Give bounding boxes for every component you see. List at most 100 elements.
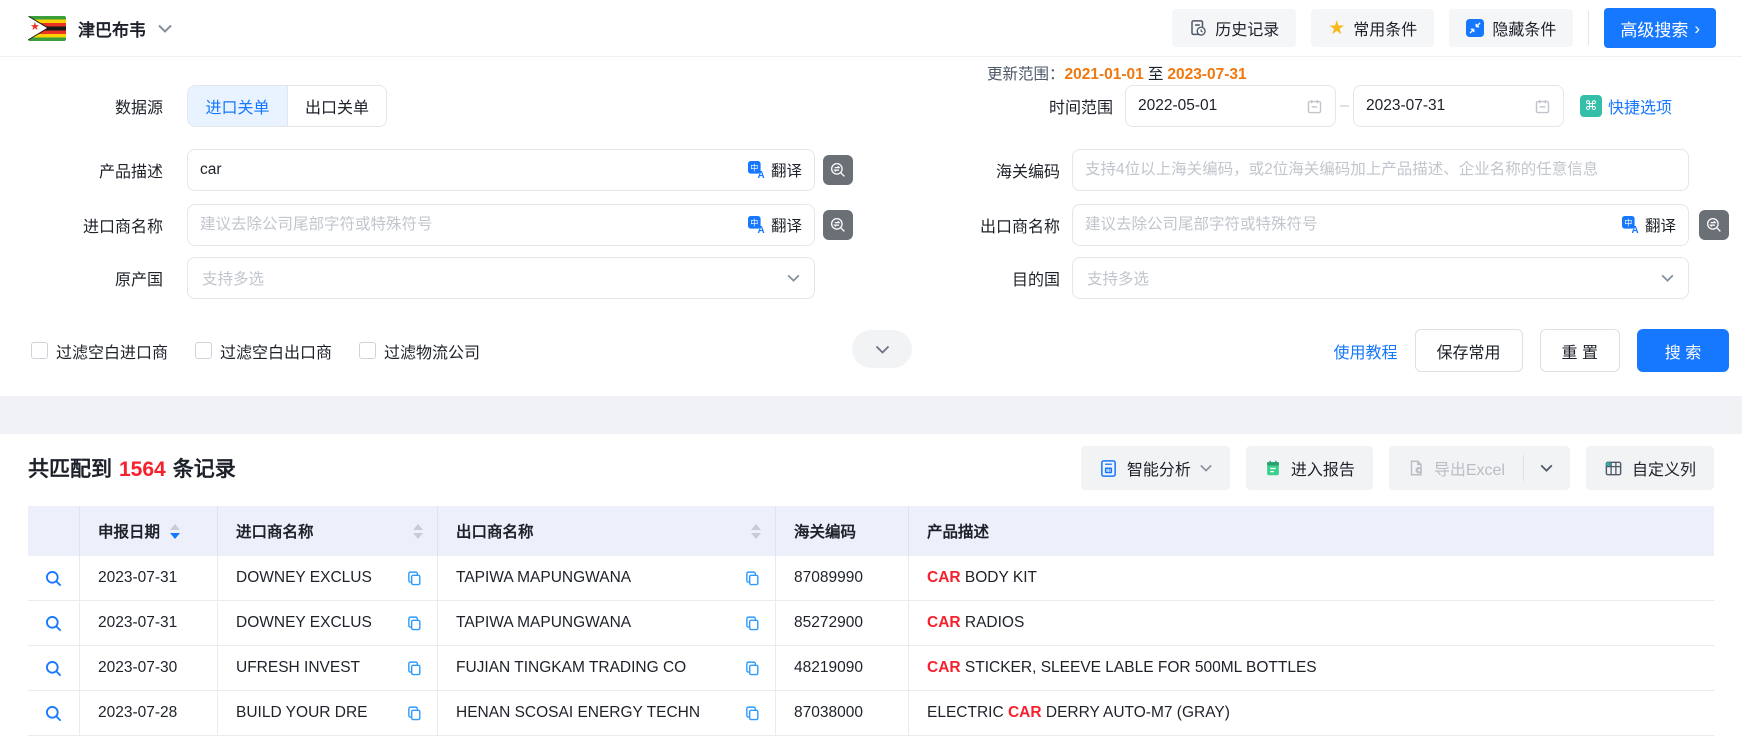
dest-country-label: 目的国 — [881, 266, 1072, 290]
tab-export-customs[interactable]: 出口关单 — [287, 86, 386, 126]
date-from-input[interactable]: 2022-05-01 — [1125, 85, 1336, 127]
row-detail-search-icon[interactable] — [44, 704, 63, 723]
results-section: 共匹配到1564条记录 BI 智能分析 进入报告 导出Excel — [0, 446, 1742, 736]
copy-icon[interactable] — [744, 570, 761, 587]
history-icon — [1189, 19, 1207, 37]
smart-analysis-button[interactable]: BI 智能分析 — [1081, 446, 1230, 490]
search-similar-button[interactable] — [823, 155, 853, 185]
advanced-search-button[interactable]: 高级搜索 › — [1604, 8, 1716, 48]
arrow-right-icon: › — [1694, 20, 1700, 37]
export-options-button[interactable] — [1524, 446, 1570, 490]
calendar-icon — [1534, 98, 1551, 115]
sort-icons[interactable] — [170, 524, 180, 539]
filter-blank-importer[interactable]: 过滤空白进口商 — [31, 339, 168, 363]
table-row[interactable]: 2023-07-28 BUILD YOUR DRE HENAN SCOSAI E… — [28, 691, 1714, 736]
row-detail-search-icon[interactable] — [44, 614, 63, 633]
chevron-down-icon — [787, 274, 800, 282]
copy-icon[interactable] — [406, 570, 423, 587]
zimbabwe-flag-icon: ★ — [28, 16, 66, 41]
search-similar-button[interactable] — [823, 210, 853, 240]
filter-logistics[interactable]: 过滤物流公司 — [359, 339, 480, 363]
enter-report-button[interactable]: 进入报告 — [1246, 446, 1373, 490]
results-count: 共匹配到1564条记录 — [28, 453, 236, 483]
header-label: 出口商名称 — [456, 520, 534, 542]
svg-text:A: A — [757, 225, 764, 234]
header-label: 海关编码 — [794, 520, 856, 542]
copy-icon[interactable] — [744, 615, 761, 632]
checkbox-icon[interactable] — [31, 342, 48, 359]
row-hs-code: 48219090 — [794, 659, 863, 677]
export-excel-button[interactable]: 导出Excel — [1389, 446, 1523, 490]
checkbox-icon[interactable] — [195, 342, 212, 359]
star-icon: ★ — [1328, 19, 1345, 38]
translate-label: 翻译 — [771, 159, 802, 181]
bi-analysis-icon: BI — [1099, 459, 1118, 478]
sort-icons[interactable] — [413, 524, 423, 539]
row-detail-search-icon[interactable] — [44, 659, 63, 678]
tutorial-link[interactable]: 使用教程 — [1334, 339, 1398, 363]
product-desc-input[interactable] — [200, 161, 748, 179]
translate-button[interactable]: 中A 翻译 — [1622, 214, 1676, 236]
header-importer[interactable]: 进口商名称 — [218, 506, 438, 556]
date-to-input[interactable]: 2023-07-31 — [1353, 85, 1564, 127]
dest-country-select[interactable]: 支持多选 — [1072, 257, 1689, 299]
filter-label: 过滤空白进口商 — [56, 339, 168, 363]
country-selector[interactable]: ★ 津巴布韦 — [28, 16, 172, 41]
origin-country-select[interactable]: 支持多选 — [187, 257, 815, 299]
translate-button[interactable]: 中A 翻译 — [748, 214, 802, 236]
sort-icons[interactable] — [751, 524, 761, 539]
copy-icon[interactable] — [406, 660, 423, 677]
copy-icon[interactable] — [406, 615, 423, 632]
row-importer-text: BUILD YOUR DRE — [236, 704, 368, 722]
quick-options-link[interactable]: ⌘ 快捷选项 — [1580, 94, 1672, 118]
exporter-input[interactable] — [1085, 216, 1622, 234]
copy-icon[interactable] — [406, 705, 423, 722]
row-detail-search-icon[interactable] — [44, 569, 63, 588]
copy-icon[interactable] — [744, 660, 761, 677]
hide-conditions-label: 隐藏条件 — [1492, 16, 1556, 40]
history-button[interactable]: 历史记录 — [1172, 9, 1296, 47]
row-hs-code: 87038000 — [794, 704, 863, 722]
checkbox-icon[interactable] — [359, 342, 376, 359]
search-button[interactable]: 搜 索 — [1637, 329, 1729, 372]
chevron-down-icon — [1661, 274, 1674, 282]
results-toolbar: BI 智能分析 进入报告 导出Excel 自定义列 — [1081, 446, 1714, 490]
translate-button[interactable]: 中A 翻译 — [748, 159, 802, 181]
table-row[interactable]: 2023-07-31 DOWNEY EXCLUS TAPIWA MAPUNGWA… — [28, 556, 1714, 601]
filter-label: 过滤空白出口商 — [220, 339, 332, 363]
table-row[interactable]: 2023-07-31 DOWNEY EXCLUS TAPIWA MAPUNGWA… — [28, 601, 1714, 646]
origin-country-label: 原产国 — [0, 266, 187, 290]
row-date: 2023-07-31 — [98, 614, 177, 632]
table-row[interactable]: 2023-07-30 UFRESH INVEST FUJIAN TINGKAM … — [28, 646, 1714, 691]
dest-country-placeholder: 支持多选 — [1087, 267, 1149, 289]
header-label: 进口商名称 — [236, 520, 314, 542]
update-range-from: 2021-01-01 — [1065, 66, 1144, 83]
chevron-down-icon — [1540, 464, 1553, 472]
header-product-desc: 产品描述 — [909, 506, 1714, 556]
header-exporter[interactable]: 出口商名称 — [438, 506, 776, 556]
row-description: CAR RADIOS — [927, 614, 1024, 632]
results-table: 申报日期 进口商名称 出口商名称 海关编码 产品描述 2023-07-31 — [28, 506, 1714, 736]
tab-import-customs[interactable]: 进口关单 — [188, 86, 287, 126]
importer-input[interactable] — [200, 216, 748, 234]
custom-columns-button[interactable]: 自定义列 — [1586, 446, 1714, 490]
custom-columns-label: 自定义列 — [1632, 456, 1696, 480]
hide-conditions-button[interactable]: 隐藏条件 — [1449, 9, 1573, 47]
topbar-actions: 历史记录 ★ 常用条件 隐藏条件 高级搜索 › — [1172, 8, 1716, 48]
export-excel-label: 导出Excel — [1434, 456, 1505, 480]
header-label: 申报日期 — [98, 520, 160, 542]
row-exporter-text: HENAN SCOSAI ENERGY TECHN — [456, 704, 700, 722]
expand-conditions-button[interactable] — [852, 330, 912, 368]
hs-code-input[interactable] — [1085, 161, 1676, 179]
reset-button[interactable]: 重 置 — [1540, 329, 1620, 372]
chevron-down-icon — [158, 24, 172, 33]
filter-blank-exporter[interactable]: 过滤空白出口商 — [195, 339, 332, 363]
chevron-down-icon — [1200, 464, 1212, 472]
chevron-down-icon — [875, 345, 890, 354]
favorites-button[interactable]: ★ 常用条件 — [1311, 9, 1434, 47]
header-declare-date[interactable]: 申报日期 — [80, 506, 218, 556]
save-common-button[interactable]: 保存常用 — [1415, 329, 1523, 372]
search-similar-button[interactable] — [1699, 210, 1729, 240]
copy-icon[interactable] — [744, 705, 761, 722]
calendar-icon — [1306, 98, 1323, 115]
